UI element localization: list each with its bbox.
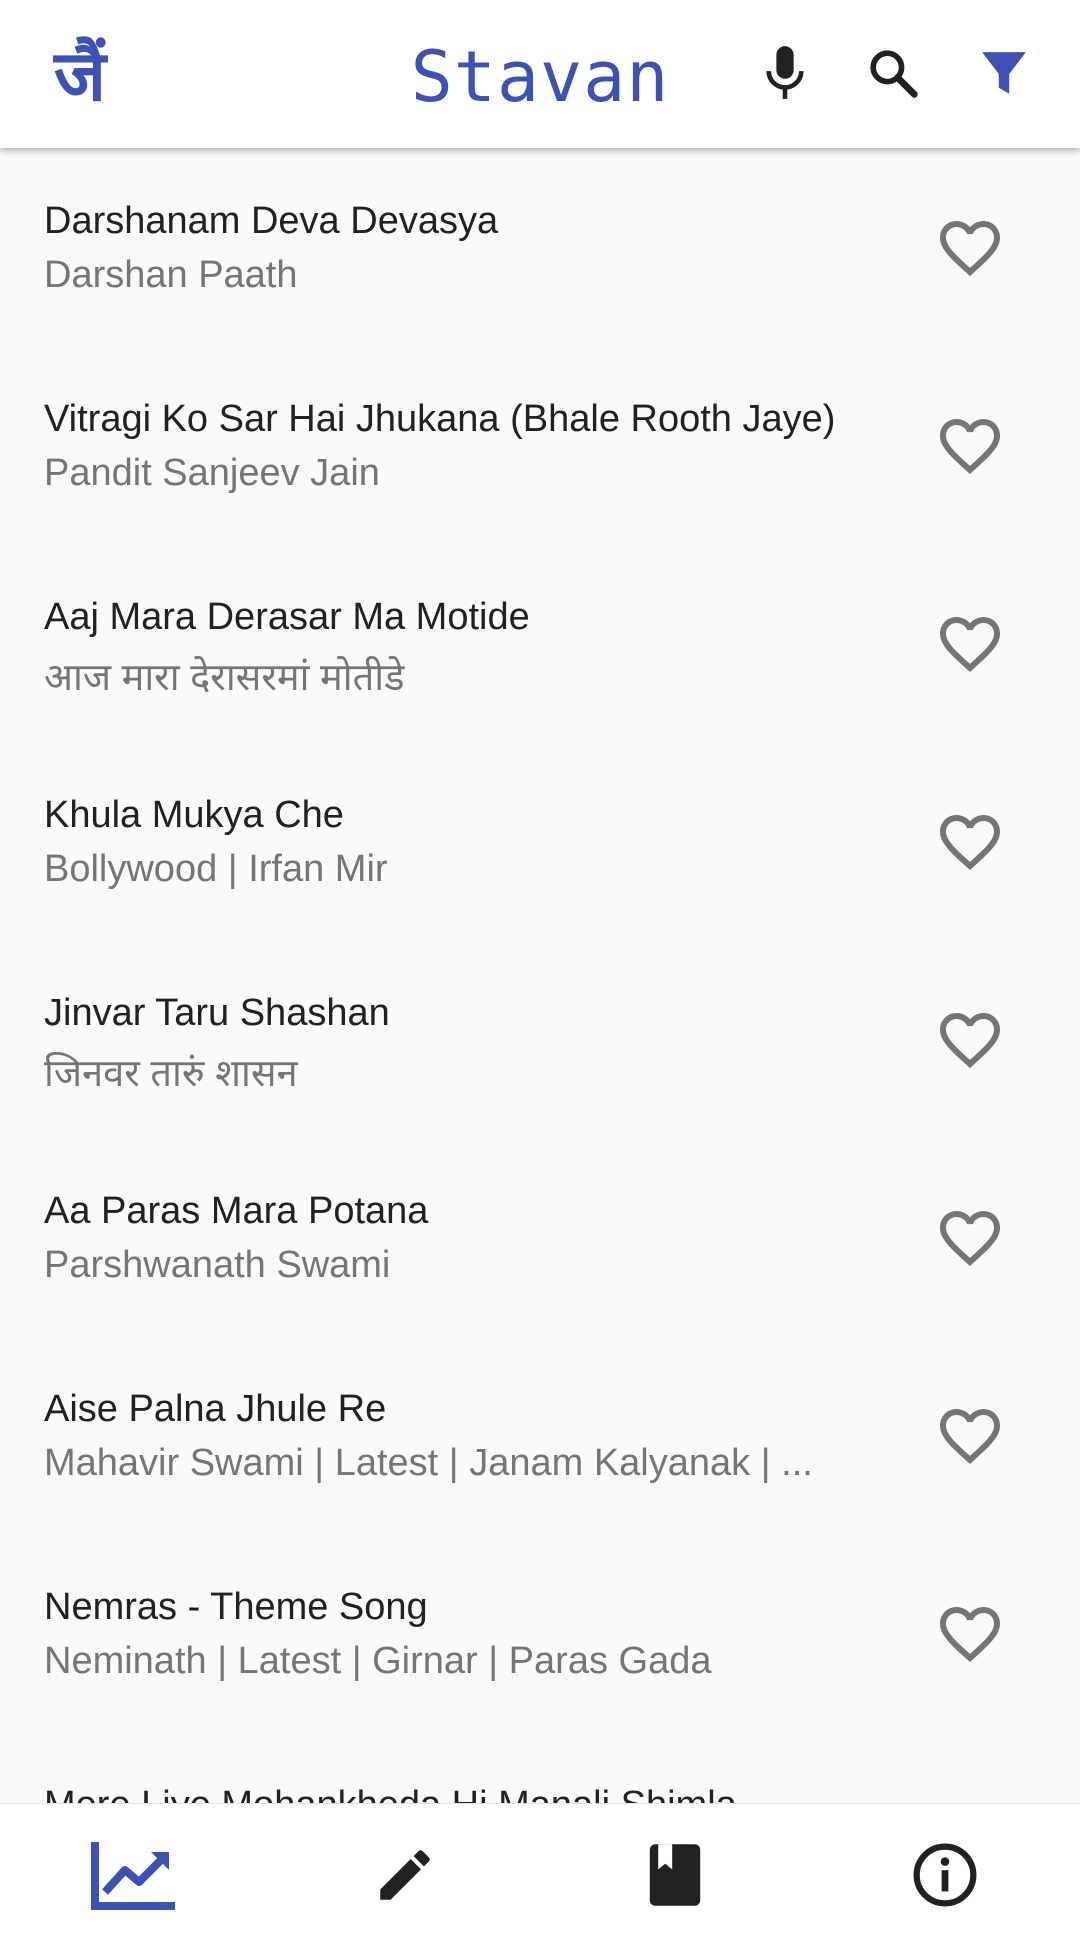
song-list-item[interactable]: Darshanam Deva Devasya Darshan Paath bbox=[0, 148, 1080, 346]
song-subtitle: Darshan Paath bbox=[44, 254, 298, 296]
song-title: Darshanam Deva Devasya bbox=[44, 200, 499, 242]
song-subtitle: Mahavir Swami | Latest | Janam Kalyanak … bbox=[44, 1442, 813, 1484]
song-subtitle: जिनवर तारुं शासन bbox=[44, 1053, 298, 1095]
song-list-item[interactable]: Jinvar Taru Shashan जिनवर तारुं शासन bbox=[0, 940, 1080, 1138]
song-title: Nemras - Theme Song bbox=[44, 1586, 428, 1628]
heart-outline-icon bbox=[940, 617, 1000, 673]
heart-outline-icon bbox=[940, 419, 1000, 475]
app-bar: जैं Stavan bbox=[0, 0, 1080, 148]
favorite-button[interactable] bbox=[930, 1198, 1010, 1278]
favorite-button[interactable] bbox=[930, 208, 1010, 288]
filter-icon bbox=[982, 52, 1026, 94]
nav-book[interactable] bbox=[540, 1804, 810, 1946]
favorite-button[interactable] bbox=[930, 406, 1010, 486]
jain-logo: जैं bbox=[52, 35, 109, 116]
mic-button[interactable] bbox=[750, 38, 820, 108]
heart-outline-icon bbox=[940, 1607, 1000, 1663]
song-list-item[interactable]: Nemras - Theme Song Neminath | Latest | G… bbox=[0, 1534, 1080, 1732]
nav-info[interactable] bbox=[810, 1804, 1080, 1946]
heart-outline-icon bbox=[940, 221, 1000, 277]
nav-edit[interactable] bbox=[270, 1804, 540, 1946]
song-title: Vitragi Ko Sar Hai Jhukana (Bhale Rooth … bbox=[44, 398, 836, 440]
heart-outline-icon bbox=[940, 1409, 1000, 1465]
search-icon bbox=[870, 50, 918, 98]
favorite-button[interactable] bbox=[930, 1792, 1010, 1803]
filter-button[interactable] bbox=[969, 38, 1039, 108]
song-title: Aise Palna Jhule Re bbox=[44, 1388, 387, 1430]
logo-text: जैं bbox=[52, 35, 109, 116]
favorite-button[interactable] bbox=[930, 802, 1010, 882]
book-icon bbox=[649, 1844, 701, 1906]
song-list[interactable]: Darshanam Deva Devasya Darshan Paath Vitra… bbox=[0, 148, 1080, 1803]
song-subtitle: Parshwanath Swami bbox=[44, 1244, 391, 1286]
favorite-button[interactable] bbox=[930, 1396, 1010, 1476]
song-list-item[interactable]: Aaj Mara Derasar Ma Motide आज मारा देरासर… bbox=[0, 544, 1080, 742]
heart-outline-icon bbox=[940, 1211, 1000, 1267]
song-subtitle: Bollywood | Irfan Mir bbox=[44, 848, 388, 890]
song-title: Aaj Mara Derasar Ma Motide bbox=[44, 596, 530, 638]
song-list-item[interactable]: Aa Paras Mara Potana Parshwanath Swami bbox=[0, 1138, 1080, 1336]
song-title: Khula Mukya Che bbox=[44, 794, 344, 836]
info-icon bbox=[913, 1843, 977, 1907]
song-subtitle: Neminath | Latest | Girnar | Paras Gada bbox=[44, 1640, 712, 1682]
mic-icon bbox=[766, 46, 804, 99]
pencil-icon bbox=[380, 1850, 430, 1900]
song-list-item[interactable]: Aise Palna Jhule Re Mahavir Swami | Lates… bbox=[0, 1336, 1080, 1534]
song-list-item[interactable]: Khula Mukya Che Bollywood | Irfan Mir bbox=[0, 742, 1080, 940]
favorite-button[interactable] bbox=[930, 1000, 1010, 1080]
song-subtitle: आज मारा देरासरमां मोतीडे bbox=[44, 657, 405, 699]
song-title: Mere Liye Mohankheda Hi Manali Shimla bbox=[44, 1784, 737, 1803]
favorite-button[interactable] bbox=[930, 1594, 1010, 1674]
song-subtitle: Pandit Sanjeev Jain bbox=[44, 452, 380, 494]
favorite-button[interactable] bbox=[930, 604, 1010, 684]
trending-up-icon bbox=[91, 1842, 175, 1910]
song-title: Jinvar Taru Shashan bbox=[44, 992, 390, 1034]
search-button[interactable] bbox=[858, 38, 928, 108]
song-title: Aa Paras Mara Potana bbox=[44, 1190, 429, 1232]
heart-outline-icon bbox=[940, 1013, 1000, 1069]
song-list-item[interactable]: Vitragi Ko Sar Hai Jhukana (Bhale Rooth … bbox=[0, 346, 1080, 544]
bottom-navigation bbox=[0, 1803, 1080, 1946]
nav-trending[interactable] bbox=[0, 1804, 270, 1946]
heart-outline-icon bbox=[934, 1796, 1006, 1803]
song-list-item[interactable]: Mere Liye Mohankheda Hi Manali Shimla bbox=[0, 1732, 1080, 1803]
heart-outline-icon bbox=[940, 815, 1000, 871]
